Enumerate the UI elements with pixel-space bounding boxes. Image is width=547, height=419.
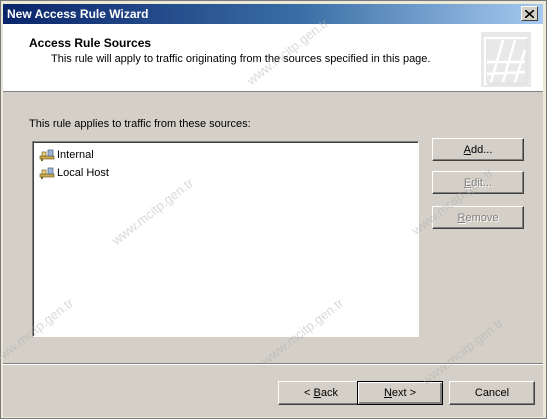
cancel-button[interactable]: Cancel [449,381,535,405]
close-button[interactable] [521,6,538,21]
window-title: New Access Rule Wizard [7,7,149,21]
page-title: Access Rule Sources [29,36,152,50]
next-button-label: Next > [384,387,416,399]
wizard-logo-icon [481,32,531,87]
edit-button-label: Edit... [464,177,492,189]
next-label-post: ext > [391,387,417,399]
list-item[interactable]: Internal [39,147,94,163]
wizard-dialog: New Access Rule Wizard Access Rule Sourc… [0,4,543,417]
wizard-header: Access Rule Sources This rule will apply… [3,24,543,92]
source-label: Internal [57,149,94,161]
network-icon [39,167,55,179]
next-label-mnemonic: N [383,387,392,399]
footer-divider [3,363,543,365]
edit-label-post: dit... [471,176,493,189]
sources-listbox[interactable]: Internal Local Host [32,141,419,337]
source-label: Local Host [57,167,109,179]
next-button[interactable]: Next > [357,381,443,405]
add-button-label: Add... [464,144,493,156]
network-icon [39,149,55,161]
back-label-pre: < [304,387,314,399]
back-button-label: < Back [304,387,338,399]
close-icon [525,9,534,18]
add-label-post: dd... [470,143,493,156]
add-label-mnemonic: A [463,143,471,156]
remove-button[interactable]: Remove [432,206,524,229]
sources-label: This rule applies to traffic from these … [29,118,251,130]
page-subtitle: This rule will apply to traffic originat… [51,53,431,65]
back-button[interactable]: < Back [278,381,364,405]
add-button[interactable]: Add... [432,138,524,161]
wizard-window: New Access Rule Wizard Access Rule Sourc… [0,0,547,419]
edit-button[interactable]: Edit... [432,171,524,194]
watermark: www.mcitp.gen.tr [418,315,507,388]
back-label-mnemonic: B [313,387,321,399]
list-item[interactable]: Local Host [39,165,109,181]
title-bar: New Access Rule Wizard [3,4,543,24]
back-label-post: ack [320,387,338,399]
remove-button-label: Remove [458,212,499,224]
remove-label-post: emove [465,211,499,224]
cancel-button-label: Cancel [474,387,510,399]
